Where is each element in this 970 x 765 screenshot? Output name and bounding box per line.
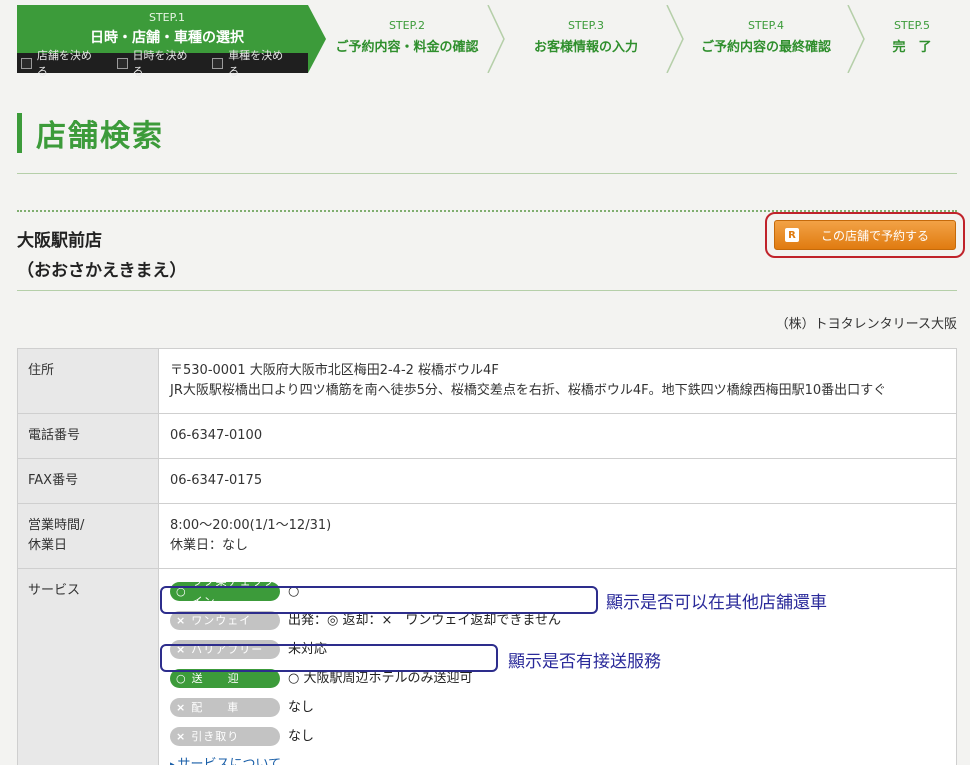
- substep-store-label: 店舗を決める: [36, 49, 92, 78]
- step-4-title: ご予約内容の最終確認: [700, 40, 831, 55]
- service-info-link[interactable]: ▸ サービスについて: [170, 755, 945, 765]
- substep-store: 店舗を決める: [21, 47, 102, 79]
- step-4-label: STEP.4: [747, 19, 785, 32]
- store-kana: （おおさかえきまえ）: [17, 261, 187, 281]
- checkbox-icon: [212, 57, 224, 69]
- hours-cell: 8:00〜20:00(1/1〜12/31) 休業日：なし: [158, 503, 957, 569]
- step-progress-bar: STEP.1 日時・店舗・車種の選択 店舗を決める 日時を決める 車種を決める …: [17, 5, 957, 78]
- step-3: STEP.3 お客様情報の入力: [506, 5, 666, 73]
- cross-icon: ×: [176, 729, 187, 743]
- step-4: STEP.4 ご予約内容の最終確認: [685, 5, 847, 73]
- step-separator-icon: [487, 5, 505, 73]
- hours-value: 8:00〜20:00(1/1〜12/31): [170, 518, 332, 533]
- checkbox-icon: [21, 57, 32, 69]
- service-badge: × 配 車: [170, 698, 280, 717]
- address-label: 住所: [17, 348, 159, 414]
- service-name: 配 車: [191, 700, 240, 714]
- step-3-title: お客様情報の入力: [533, 40, 638, 55]
- reserve-icon: R: [785, 228, 799, 242]
- title-accent-bar: [17, 113, 22, 153]
- service-info-link-label: サービスについて: [177, 757, 282, 765]
- holiday-label: 休業日: [28, 538, 68, 553]
- service-label: サービス: [17, 568, 159, 765]
- address-line1: 〒530-0001 大阪府大阪市北区梅田2-4-2 桜橋ボウル4F: [170, 363, 499, 378]
- pickup-highlight: [160, 644, 498, 672]
- holiday-value: 休業日：なし: [170, 538, 249, 553]
- checkbox-icon: [116, 57, 128, 69]
- step-2-label: STEP.2: [388, 19, 426, 32]
- company-name: （株）トヨタレンタリース大阪: [775, 317, 957, 332]
- oneway-note: 顯示是否可以在其他店舖還車: [606, 593, 827, 613]
- oneway-highlight: [160, 586, 598, 614]
- step-5-title: 完 了: [892, 40, 932, 55]
- step-2: STEP.2 ご予約内容・料金の確認: [326, 5, 488, 73]
- tel-label: 電話番号: [17, 413, 159, 459]
- substep-car: 車種を決める: [212, 47, 293, 79]
- page-title: 店舗検索: [36, 119, 164, 154]
- service-item: × 引き取り なし: [170, 722, 945, 751]
- hours-label-cell: 営業時間/ 休業日: [17, 503, 159, 569]
- reserve-store-button[interactable]: R この店舗で予約する: [774, 220, 956, 250]
- step-1-title: 日時・店舗・車種の選択: [90, 30, 244, 46]
- step-1-current: STEP.1 日時・店舗・車種の選択 店舗を決める 日時を決める 車種を決める: [17, 5, 308, 78]
- step-1-arrow: [308, 5, 326, 73]
- tel-value: 06-6347-0100: [158, 413, 957, 459]
- table-row: 営業時間/ 休業日 8:00〜20:00(1/1〜12/31) 休業日：なし: [17, 503, 957, 569]
- table-row: FAX番号 06-6347-0175: [17, 458, 957, 504]
- store-name-block: 大阪駅前店 （おおさかえきまえ）: [17, 226, 187, 286]
- table-row: 電話番号 06-6347-0100: [17, 413, 957, 459]
- step-separator-icon: [847, 5, 865, 73]
- address-line2: JR大阪駅桜橋出口より四ツ橋筋を南へ徒歩5分、桜橋交差点を右折、桜橋ボウル4F。…: [170, 383, 887, 398]
- divider: [17, 290, 957, 291]
- step-separator-icon: [666, 5, 684, 73]
- hours-label: 営業時間/: [28, 518, 85, 533]
- pickup-note: 顯示是否有接送服務: [508, 652, 661, 672]
- step-3-label: STEP.3: [567, 19, 605, 32]
- store-name: 大阪駅前店: [17, 231, 102, 251]
- service-badge: × 引き取り: [170, 727, 280, 746]
- fax-label: FAX番号: [17, 458, 159, 504]
- table-row: 住所 〒530-0001 大阪府大阪市北区梅田2-4-2 桜橋ボウル4F JR大…: [17, 348, 957, 414]
- reserve-button-label: この店舗で予約する: [821, 228, 930, 243]
- substep-car-label: 車種を決める: [228, 49, 284, 78]
- service-item: × 配 車 なし: [170, 693, 945, 722]
- page-title-block: 店舗検索: [17, 113, 164, 154]
- step-2-title: ご予約内容・料金の確認: [335, 40, 479, 55]
- reserve-highlight: R この店舗で予約する: [765, 212, 965, 258]
- step-5: STEP.5 完 了: [869, 5, 955, 73]
- service-name: 引き取り: [191, 729, 240, 743]
- service-value: なし: [288, 699, 315, 715]
- substep-date: 日時を決める: [116, 47, 198, 79]
- substep-date-label: 日時を決める: [132, 49, 188, 78]
- cross-icon: ×: [176, 700, 187, 714]
- divider: [17, 173, 957, 174]
- store-info-table: 住所 〒530-0001 大阪府大阪市北区梅田2-4-2 桜橋ボウル4F JR大…: [17, 348, 957, 765]
- step-5-label: STEP.5: [893, 19, 931, 32]
- service-value: なし: [288, 728, 315, 744]
- address-cell: 〒530-0001 大阪府大阪市北区梅田2-4-2 桜橋ボウル4F JR大阪駅桜…: [158, 348, 957, 414]
- substep-bar: 店舗を決める 日時を決める 車種を決める: [17, 49, 308, 78]
- fax-value: 06-6347-0175: [158, 458, 957, 504]
- step-1-label: STEP.1: [148, 11, 186, 24]
- triangle-right-icon: ▸: [170, 760, 175, 765]
